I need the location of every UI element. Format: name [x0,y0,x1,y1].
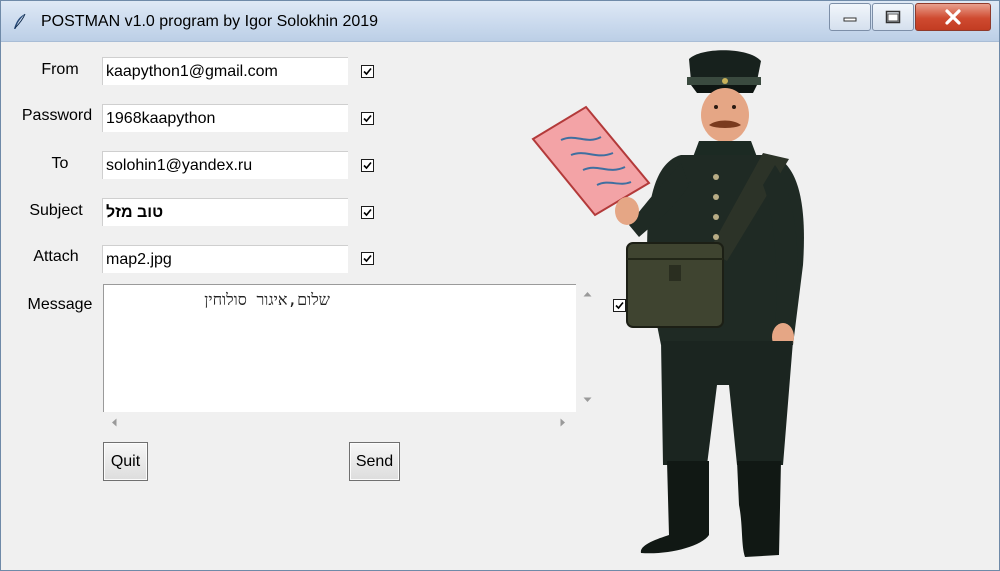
check-icon [363,161,372,170]
attach-label: Attach [33,248,79,265]
subject-input[interactable]: טוב מזל [102,198,348,226]
from-checkbox[interactable] [361,65,374,78]
maximize-button[interactable] [872,3,914,31]
subject-value: טוב מזל [106,204,164,221]
check-icon [363,114,372,123]
attach-input[interactable]: map2.jpg [102,245,348,273]
from-label: From [41,61,79,78]
scroll-left-icon[interactable] [111,418,117,427]
message-textarea[interactable]: שלום,איגור סולוחין [103,284,576,412]
subject-checkbox[interactable] [361,206,374,219]
close-button[interactable] [915,3,991,31]
app-window: POSTMAN v1.0 program by Igor Solokhin 20… [0,0,1000,571]
attach-checkbox[interactable] [361,252,374,265]
to-label: To [51,155,69,172]
password-checkbox[interactable] [361,112,374,125]
minimize-button[interactable] [829,3,871,31]
maximize-icon [885,10,901,24]
message-text: שלום,איגור סולוחין [204,290,330,309]
check-icon [363,208,372,217]
minimize-icon [843,17,857,22]
window-controls [828,3,991,31]
from-input[interactable]: kaapython1@gmail.com [102,57,348,85]
message-label: Message [27,296,93,313]
to-checkbox[interactable] [361,159,374,172]
password-input[interactable]: 1968kaapython [102,104,348,132]
title-bar[interactable]: POSTMAN v1.0 program by Igor Solokhin 20… [1,1,999,42]
check-icon [363,67,372,76]
password-label: Password [21,107,93,124]
feather-pen-icon [11,13,29,31]
subject-label: Subject [29,202,83,219]
send-button[interactable]: Send [349,442,400,481]
to-input[interactable]: solohin1@yandex.ru [102,151,348,179]
quit-button[interactable]: Quit [103,442,148,481]
postman-illustration [531,50,804,557]
window-title: POSTMAN v1.0 program by Igor Solokhin 20… [41,13,379,30]
close-icon [945,9,961,25]
check-icon [363,254,372,263]
message-horizontal-scrollbar[interactable] [103,413,576,430]
